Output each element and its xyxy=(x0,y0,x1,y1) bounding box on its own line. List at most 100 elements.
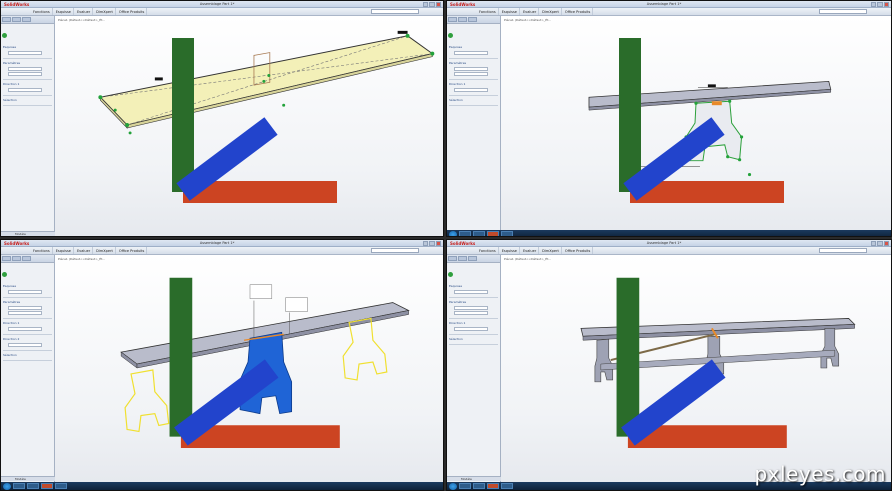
graphics-viewport[interactable]: Pièce1 (Défaut<<Défaut>_Ét... xyxy=(501,16,891,236)
taskbar-app[interactable] xyxy=(13,483,25,489)
tab-dimxpert[interactable]: DimXpert xyxy=(94,8,116,15)
field[interactable] xyxy=(8,88,42,92)
tab-sketch[interactable]: Esquisse xyxy=(500,247,520,254)
search-input[interactable] xyxy=(819,9,867,14)
tab-sketch[interactable]: Esquisse xyxy=(54,8,74,15)
graphics-viewport[interactable]: Pièce1 (Défaut<<Défaut>_Ét... xyxy=(501,255,891,482)
tab-model[interactable]: Modèle xyxy=(461,477,472,481)
minimize-button[interactable] xyxy=(423,241,429,246)
close-button[interactable] xyxy=(435,2,441,7)
maximize-button[interactable] xyxy=(429,2,435,7)
tab-features[interactable]: Fonctions xyxy=(477,247,499,254)
close-button[interactable] xyxy=(435,241,441,246)
field[interactable] xyxy=(8,343,42,347)
tab-evaluate[interactable]: Evaluer xyxy=(75,247,94,254)
start-button[interactable] xyxy=(3,482,11,490)
tab-office[interactable]: Office Produits xyxy=(563,247,594,254)
config-tab[interactable] xyxy=(468,256,477,261)
search-input[interactable] xyxy=(819,248,867,253)
field[interactable] xyxy=(454,88,488,92)
taskbar-app[interactable] xyxy=(459,483,471,489)
search-input[interactable] xyxy=(371,9,419,14)
close-button[interactable] xyxy=(883,2,889,7)
maximize-button[interactable] xyxy=(877,2,883,7)
title-bar: SolidWorks Assemblage Part 1* xyxy=(447,240,891,247)
start-button[interactable] xyxy=(449,230,457,236)
field[interactable] xyxy=(454,290,488,294)
property-tab[interactable] xyxy=(12,256,21,261)
tab-office[interactable]: Office Produits xyxy=(117,247,148,254)
field[interactable] xyxy=(454,311,488,315)
field[interactable] xyxy=(8,67,42,71)
ok-check-icon[interactable] xyxy=(2,33,7,38)
taskbar-app[interactable] xyxy=(487,483,499,489)
taskbar-app[interactable] xyxy=(473,231,485,236)
tab-model[interactable]: Modèle xyxy=(15,232,26,236)
field[interactable] xyxy=(8,311,42,315)
tab-dimxpert[interactable]: DimXpert xyxy=(540,247,562,254)
app-logo: SolidWorks xyxy=(450,2,476,7)
field[interactable] xyxy=(454,327,488,331)
axis-triad-icon xyxy=(169,277,340,448)
field[interactable] xyxy=(8,290,42,294)
taskbar-app[interactable] xyxy=(501,231,513,236)
maximize-button[interactable] xyxy=(877,241,883,246)
tab-dimxpert[interactable]: DimXpert xyxy=(94,247,116,254)
taskbar-app[interactable] xyxy=(459,231,471,236)
taskbar-app[interactable] xyxy=(487,231,499,236)
tab-dimxpert[interactable]: DimXpert xyxy=(540,8,562,15)
property-tab[interactable] xyxy=(458,17,467,22)
tab-sketch[interactable]: Esquisse xyxy=(500,8,520,15)
ok-check-icon[interactable] xyxy=(2,272,7,277)
config-tab[interactable] xyxy=(468,17,477,22)
field[interactable] xyxy=(8,306,42,310)
tab-model[interactable]: Modèle xyxy=(15,477,26,481)
tab-features[interactable]: Fonctions xyxy=(31,247,53,254)
field[interactable] xyxy=(8,72,42,76)
field[interactable] xyxy=(454,67,488,71)
field[interactable] xyxy=(454,72,488,76)
tab-evaluate[interactable]: Evaluer xyxy=(521,247,540,254)
ok-check-icon[interactable] xyxy=(448,272,453,277)
property-tab[interactable] xyxy=(12,17,21,22)
field[interactable] xyxy=(8,327,42,331)
tab-evaluate[interactable]: Evaluer xyxy=(521,8,540,15)
minimize-button[interactable] xyxy=(871,2,877,7)
panel-section: Sélection xyxy=(3,353,52,361)
minimize-button[interactable] xyxy=(423,2,429,7)
feature-tree-tab[interactable] xyxy=(448,17,457,22)
tab-evaluate[interactable]: Evaluer xyxy=(75,8,94,15)
tab-sketch[interactable]: Esquisse xyxy=(54,247,74,254)
section-label: Direction 1 xyxy=(3,321,20,325)
graphics-viewport[interactable]: Pièce1 (Défaut<<Défaut>_Ét... xyxy=(55,16,443,236)
feature-tree-tab[interactable] xyxy=(2,17,11,22)
graphics-viewport[interactable]: Pièce1 (Défaut<<Défaut>_Ét... xyxy=(55,255,443,482)
maximize-button[interactable] xyxy=(429,241,435,246)
tab-features[interactable]: Fonctions xyxy=(31,8,53,15)
ribbon: Fonctions Esquisse Evaluer DimXpert Offi… xyxy=(447,8,891,16)
start-button[interactable] xyxy=(449,482,457,490)
section-label: Esquisse xyxy=(3,45,17,49)
taskbar-app[interactable] xyxy=(41,483,53,489)
tab-office[interactable]: Office Produits xyxy=(563,8,594,15)
minimize-button[interactable] xyxy=(871,241,877,246)
tab-office[interactable]: Office Produits xyxy=(117,8,148,15)
field[interactable] xyxy=(454,306,488,310)
config-tab[interactable] xyxy=(22,17,31,22)
taskbar-app[interactable] xyxy=(501,483,513,489)
config-tab[interactable] xyxy=(22,256,31,261)
close-button[interactable] xyxy=(883,241,889,246)
window-buttons xyxy=(871,241,889,246)
tab-features[interactable]: Fonctions xyxy=(477,8,499,15)
property-tab[interactable] xyxy=(458,256,467,261)
field[interactable] xyxy=(454,51,488,55)
ribbon: Fonctions Esquisse Evaluer DimXpert Offi… xyxy=(1,8,443,16)
ok-check-icon[interactable] xyxy=(448,33,453,38)
feature-tree-tab[interactable] xyxy=(2,256,11,261)
taskbar-app[interactable] xyxy=(27,483,39,489)
field[interactable] xyxy=(8,51,42,55)
search-input[interactable] xyxy=(371,248,419,253)
feature-tree-tab[interactable] xyxy=(448,256,457,261)
taskbar-app[interactable] xyxy=(473,483,485,489)
taskbar-app[interactable] xyxy=(55,483,67,489)
